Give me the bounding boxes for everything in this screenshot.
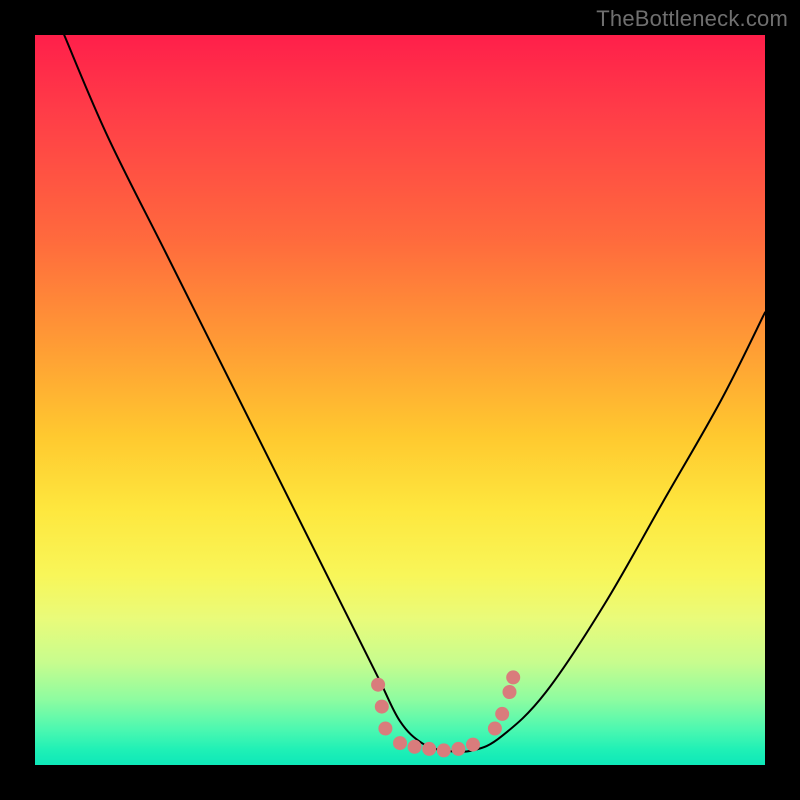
highlight-dot: [408, 740, 422, 754]
highlight-dot: [451, 742, 465, 756]
highlight-dot: [393, 736, 407, 750]
highlight-dot: [422, 742, 436, 756]
highlight-dot: [437, 743, 451, 757]
chart-stage: TheBottleneck.com: [0, 0, 800, 800]
highlight-dots: [371, 670, 520, 757]
highlight-dot: [495, 707, 509, 721]
highlight-dot: [506, 670, 520, 684]
highlight-dot: [375, 700, 389, 714]
bottleneck-curve: [64, 35, 765, 752]
highlight-dot: [503, 685, 517, 699]
highlight-dot: [378, 722, 392, 736]
highlight-dot: [488, 722, 502, 736]
highlight-dot: [466, 738, 480, 752]
watermark-text: TheBottleneck.com: [596, 6, 788, 32]
highlight-dot: [371, 678, 385, 692]
curve-layer: [35, 35, 765, 765]
plot-area: [35, 35, 765, 765]
